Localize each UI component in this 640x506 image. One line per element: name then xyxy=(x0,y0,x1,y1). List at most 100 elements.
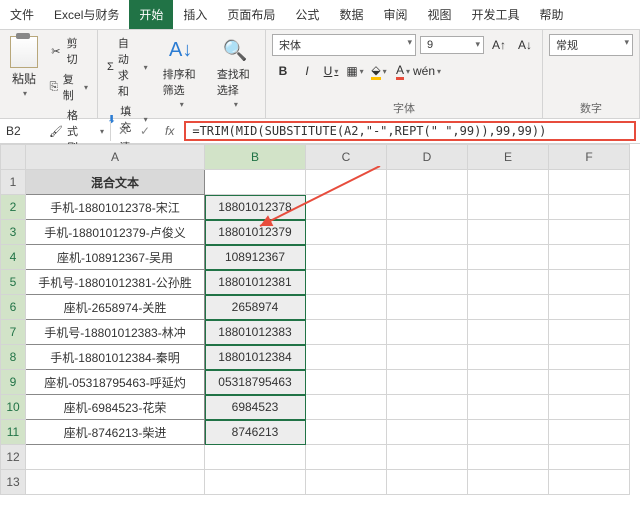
menu-item-9[interactable]: 开发工具 xyxy=(461,0,529,29)
cell-C1[interactable] xyxy=(306,170,387,195)
cell-D10[interactable] xyxy=(387,395,468,420)
cell-D9[interactable] xyxy=(387,370,468,395)
row-header-7[interactable]: 7 xyxy=(1,320,26,345)
cell-E4[interactable] xyxy=(468,245,549,270)
underline-button[interactable]: U▾ xyxy=(320,60,342,82)
menu-item-1[interactable]: Excel与财务 xyxy=(44,0,129,29)
cell-B2[interactable]: 18801012378 xyxy=(205,195,306,220)
cell-D4[interactable] xyxy=(387,245,468,270)
menu-item-3[interactable]: 插入 xyxy=(173,0,217,29)
cell-F3[interactable] xyxy=(549,220,630,245)
menu-item-5[interactable]: 公式 xyxy=(285,0,329,29)
bold-button[interactable]: B xyxy=(272,60,294,82)
cell-E6[interactable] xyxy=(468,295,549,320)
menu-item-0[interactable]: 文件 xyxy=(0,0,44,29)
cell-A1[interactable]: 混合文本 xyxy=(26,170,205,195)
number-format-select[interactable]: 常规 xyxy=(549,34,633,56)
font-color-button[interactable]: A▾ xyxy=(392,60,414,82)
select-all-corner[interactable] xyxy=(1,145,26,170)
cell-B1[interactable] xyxy=(205,170,306,195)
font-name-select[interactable]: 宋体 xyxy=(272,34,416,56)
cell-F8[interactable] xyxy=(549,345,630,370)
cell-D3[interactable] xyxy=(387,220,468,245)
italic-button[interactable]: I xyxy=(296,60,318,82)
cell-E10[interactable] xyxy=(468,395,549,420)
cell-E5[interactable] xyxy=(468,270,549,295)
cell-C10[interactable] xyxy=(306,395,387,420)
cell-C7[interactable] xyxy=(306,320,387,345)
col-header-F[interactable]: F xyxy=(549,145,630,170)
cut-button[interactable]: ✂剪切 xyxy=(46,34,91,68)
cell-E13[interactable] xyxy=(468,470,549,495)
cell-E1[interactable] xyxy=(468,170,549,195)
cell-F12[interactable] xyxy=(549,445,630,470)
cell-A6[interactable]: 座机-2658974-关胜 xyxy=(26,295,205,320)
cell-F4[interactable] xyxy=(549,245,630,270)
cell-B4[interactable]: 108912367 xyxy=(205,245,306,270)
cell-E8[interactable] xyxy=(468,345,549,370)
cell-C12[interactable] xyxy=(306,445,387,470)
cell-C9[interactable] xyxy=(306,370,387,395)
row-header-8[interactable]: 8 xyxy=(1,345,26,370)
row-header-1[interactable]: 1 xyxy=(1,170,26,195)
cell-A8[interactable]: 手机-18801012384-秦明 xyxy=(26,345,205,370)
row-header-9[interactable]: 9 xyxy=(1,370,26,395)
name-box[interactable]: B2▾ xyxy=(0,121,111,141)
cell-B12[interactable] xyxy=(205,445,306,470)
cell-E11[interactable] xyxy=(468,420,549,445)
cell-A10[interactable]: 座机-6984523-花荣 xyxy=(26,395,205,420)
cell-C13[interactable] xyxy=(306,470,387,495)
cell-C6[interactable] xyxy=(306,295,387,320)
cell-A7[interactable]: 手机号-18801012383-林冲 xyxy=(26,320,205,345)
cell-F1[interactable] xyxy=(549,170,630,195)
cell-F2[interactable] xyxy=(549,195,630,220)
cell-D12[interactable] xyxy=(387,445,468,470)
menu-item-2[interactable]: 开始 xyxy=(129,0,173,29)
cell-F13[interactable] xyxy=(549,470,630,495)
cell-D8[interactable] xyxy=(387,345,468,370)
cell-B10[interactable]: 6984523 xyxy=(205,395,306,420)
menu-item-6[interactable]: 数据 xyxy=(329,0,373,29)
cell-A5[interactable]: 手机号-18801012381-公孙胜 xyxy=(26,270,205,295)
cell-B9[interactable]: 05318795463 xyxy=(205,370,306,395)
fx-icon[interactable]: fx xyxy=(159,124,180,138)
cell-D6[interactable] xyxy=(387,295,468,320)
cell-F11[interactable] xyxy=(549,420,630,445)
row-header-2[interactable]: 2 xyxy=(1,195,26,220)
cell-C5[interactable] xyxy=(306,270,387,295)
cell-A12[interactable] xyxy=(26,445,205,470)
cell-A4[interactable]: 座机-108912367-吴用 xyxy=(26,245,205,270)
cell-C8[interactable] xyxy=(306,345,387,370)
menu-item-10[interactable]: 帮助 xyxy=(530,0,574,29)
cell-B11[interactable]: 8746213 xyxy=(205,420,306,445)
cell-B8[interactable]: 18801012384 xyxy=(205,345,306,370)
phonetic-button[interactable]: wén▾ xyxy=(416,60,438,82)
cell-B7[interactable]: 18801012383 xyxy=(205,320,306,345)
accept-formula-button[interactable]: ✓ xyxy=(137,124,153,138)
cell-D7[interactable] xyxy=(387,320,468,345)
col-header-B[interactable]: B xyxy=(205,145,306,170)
menu-item-8[interactable]: 视图 xyxy=(417,0,461,29)
cancel-formula-button[interactable]: ✕ xyxy=(115,124,131,138)
col-header-C[interactable]: C xyxy=(306,145,387,170)
cell-E12[interactable] xyxy=(468,445,549,470)
cell-D2[interactable] xyxy=(387,195,468,220)
cell-F7[interactable] xyxy=(549,320,630,345)
formula-bar[interactable]: =TRIM(MID(SUBSTITUTE(A2,"-",REPT(" ",99)… xyxy=(184,121,636,141)
autosum-button[interactable]: Σ自动求和▾ xyxy=(104,34,151,100)
cell-D13[interactable] xyxy=(387,470,468,495)
cell-F9[interactable] xyxy=(549,370,630,395)
row-header-12[interactable]: 12 xyxy=(1,445,26,470)
col-header-E[interactable]: E xyxy=(468,145,549,170)
menu-item-7[interactable]: 审阅 xyxy=(373,0,417,29)
cell-C2[interactable] xyxy=(306,195,387,220)
cell-F6[interactable] xyxy=(549,295,630,320)
cell-E9[interactable] xyxy=(468,370,549,395)
row-header-13[interactable]: 13 xyxy=(1,470,26,495)
cell-E3[interactable] xyxy=(468,220,549,245)
copy-button[interactable]: ⎘复制▾ xyxy=(46,70,91,104)
cell-A2[interactable]: 手机-18801012378-宋江 xyxy=(26,195,205,220)
cell-C3[interactable] xyxy=(306,220,387,245)
row-header-11[interactable]: 11 xyxy=(1,420,26,445)
border-button[interactable]: ▦▾ xyxy=(344,60,366,82)
